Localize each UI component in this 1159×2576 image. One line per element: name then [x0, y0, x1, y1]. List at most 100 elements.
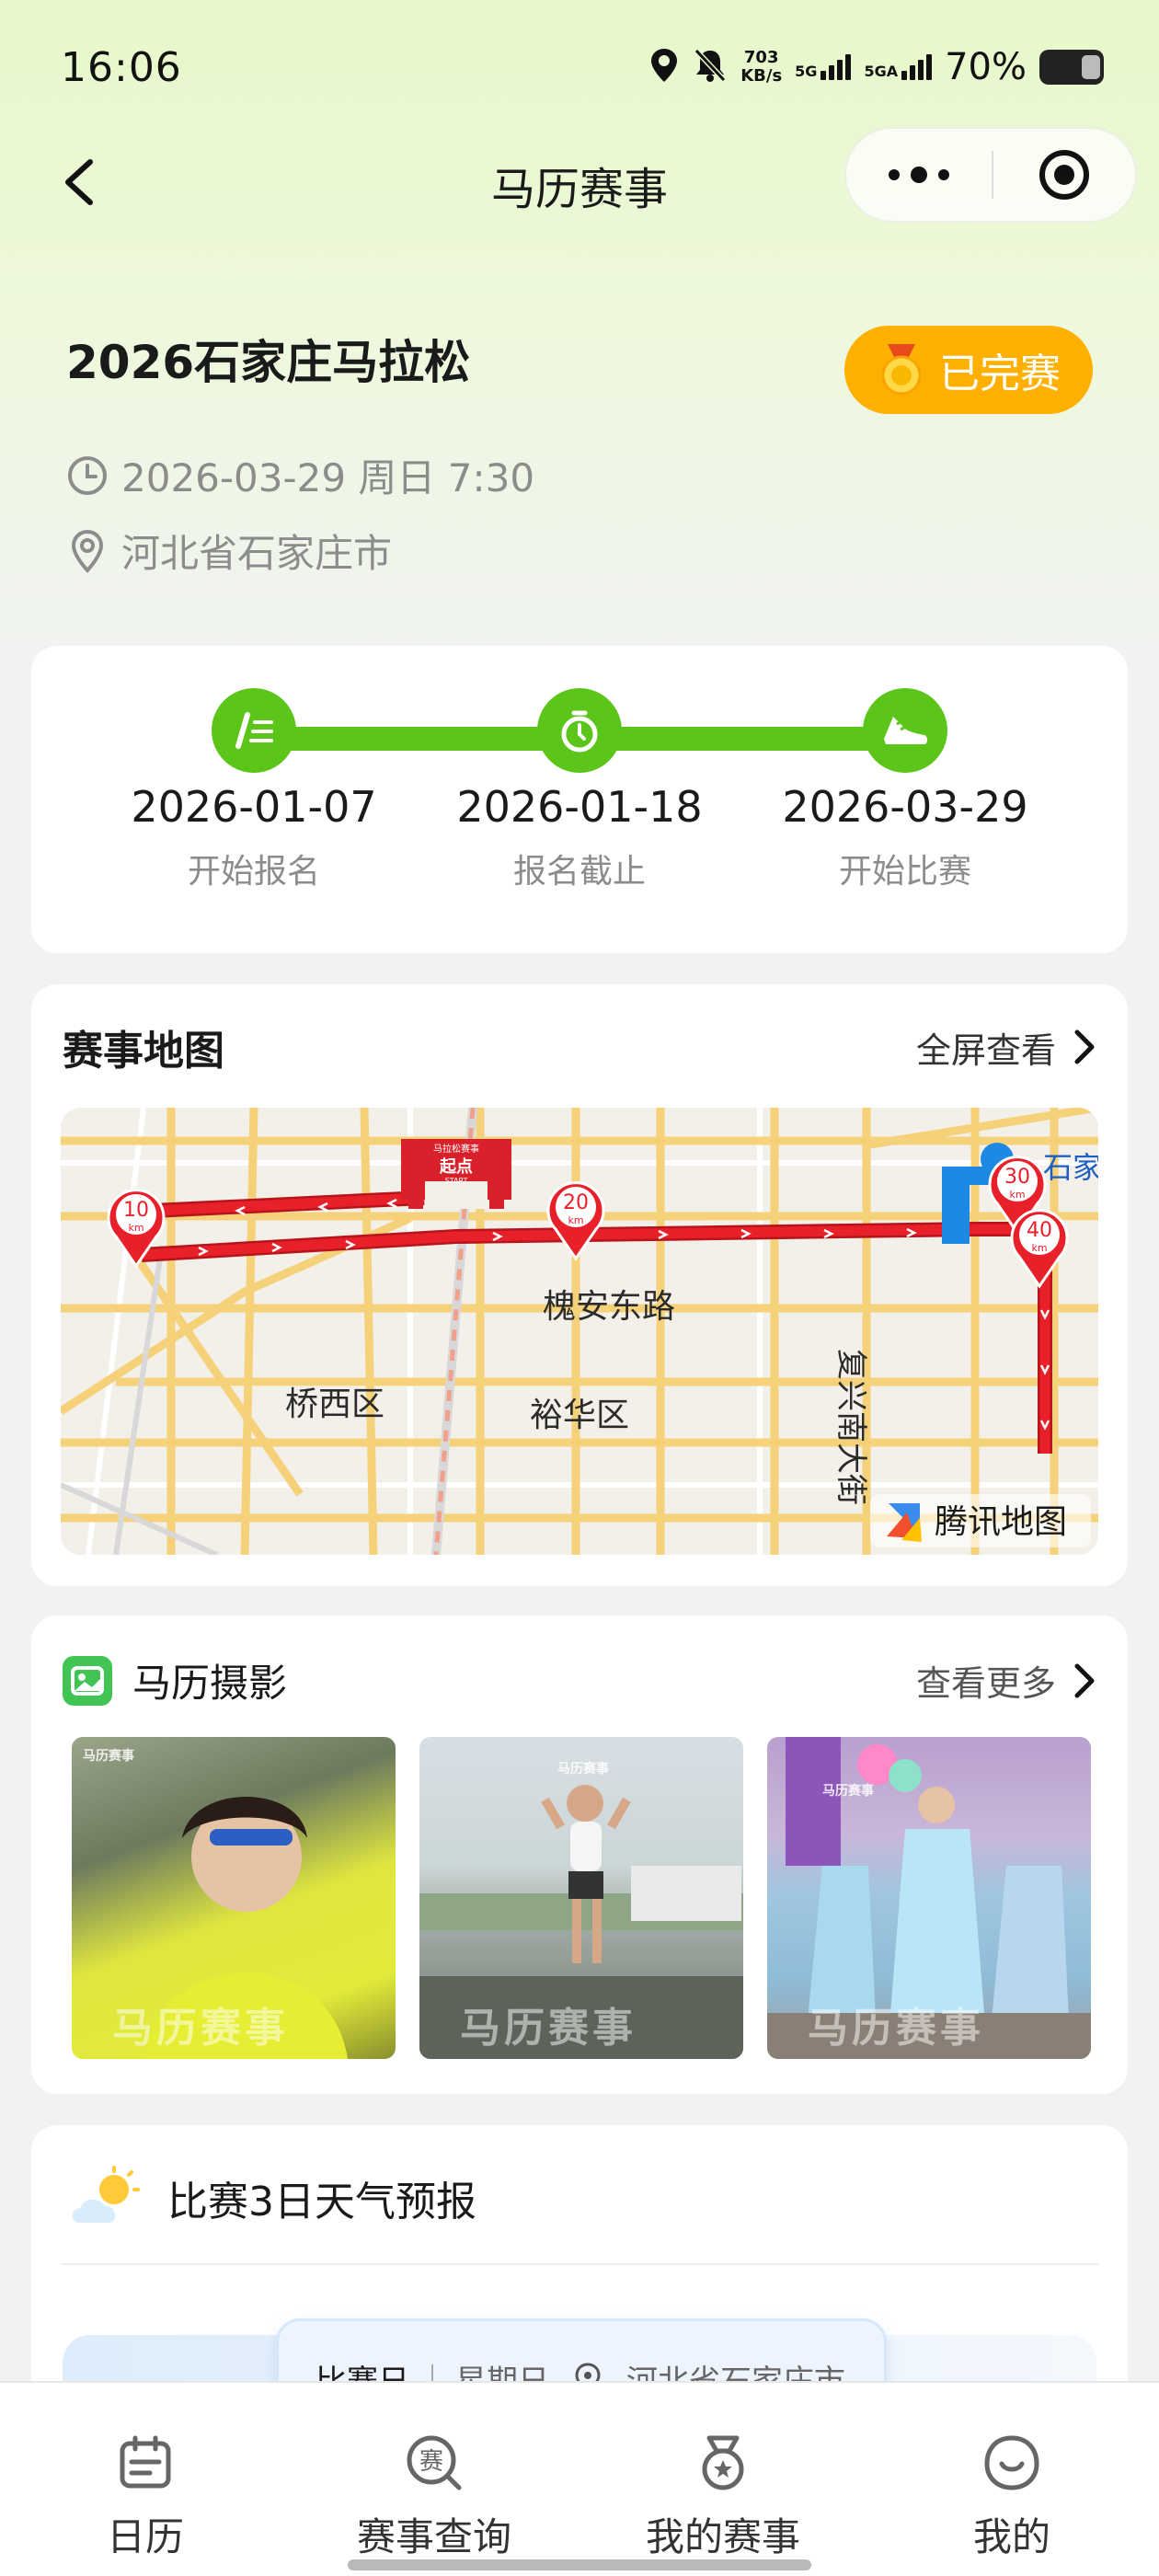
sim2-label: 5GA — [864, 63, 899, 80]
more-button[interactable] — [846, 129, 992, 221]
start-arch-top-text: 马拉松赛事 — [433, 1143, 479, 1155]
photo-card-header: 马历摄影 查看更多 — [63, 1652, 1096, 1708]
start-arch: 马拉松赛事 起点 START — [401, 1139, 511, 1209]
timeline-date: 2026-01-07 — [131, 782, 377, 832]
close-mini-program-button[interactable] — [993, 129, 1135, 221]
location-pin-icon — [71, 529, 104, 573]
chevron-right-icon — [1074, 1663, 1095, 1697]
medal-icon — [702, 2435, 744, 2490]
mini-program-capsule — [844, 127, 1137, 223]
map-road-label: 槐安东路 — [543, 1288, 675, 1326]
stopwatch-icon — [561, 710, 598, 753]
svg-text:km: km — [1009, 1189, 1025, 1201]
map-street-label: 复兴南大街 — [832, 1349, 869, 1505]
start-arch-sub-text: START — [445, 1177, 468, 1185]
svg-text:40: 40 — [1027, 1219, 1052, 1242]
tab-race-search[interactable]: 赛 赛事查询 — [315, 2432, 554, 2562]
tab-label: 日历 — [106, 2514, 184, 2559]
photo-watermark: 马历赛事 — [83, 1749, 134, 1764]
signal-icon — [901, 54, 933, 80]
svg-text:赛: 赛 — [419, 2448, 443, 2476]
photo-card-title: 马历摄影 — [132, 1661, 288, 1706]
signal-2: 5GA — [864, 54, 933, 80]
status-time: 16:06 — [61, 44, 182, 91]
event-datetime: 2026-03-29 周日 7:30 — [121, 455, 535, 500]
svg-text:20: 20 — [563, 1191, 589, 1214]
divider — [61, 2263, 1098, 2265]
event-location: 河北省石家庄市 — [121, 531, 393, 576]
battery-percent: 70% — [945, 46, 1027, 88]
tab-label: 我的 — [972, 2514, 1050, 2559]
photo-thumbnails: 马历赛事 马历赛事 马历赛事 马历赛事 马历赛事 马历赛事 — [72, 1737, 1091, 2059]
timeline-label: 开始比赛 — [838, 853, 971, 891]
race-photography-card: 马历摄影 查看更多 马历赛事 马历赛事 马历赛事 马历赛事 马历赛事 马历赛事 — [31, 1616, 1128, 2094]
net-speed-unit: KB/s — [740, 66, 783, 86]
photo-icon — [63, 1655, 112, 1706]
runner-photo[interactable]: 马历赛事 马历赛事 — [419, 1737, 743, 2059]
timeline-node-start-registration — [212, 688, 296, 773]
map-district-label: 裕华区 — [530, 1397, 629, 1434]
chevron-right-icon — [1074, 1029, 1095, 1064]
map-card-header: 赛事地图 全屏查看 — [63, 1018, 1096, 1076]
event-datetime-row: 2026-03-29 周日 7:30 — [66, 447, 534, 503]
race-search-icon: 赛 — [407, 2435, 462, 2490]
status-bar: 16:06 703 KB/s 5G 5GA 70% — [0, 0, 1159, 138]
sim1-label: 5G — [795, 63, 818, 80]
svg-text:复兴南大街: 复兴南大街 — [832, 1349, 869, 1505]
net-speed: 703 KB/s — [740, 49, 782, 86]
runner-photo[interactable]: 马历赛事 马历赛事 — [767, 1737, 1091, 2059]
timeline-label: 开始报名 — [187, 853, 320, 891]
race-route-map[interactable]: 马拉松赛事 起点 START 石家 10 km 20 km 30 km 40 k… — [61, 1108, 1098, 1555]
tab-profile[interactable]: 我的 — [892, 2432, 1131, 2562]
photo-card-title-wrap: 马历摄影 — [63, 1652, 287, 1708]
sun-cloud-icon — [72, 2166, 140, 2223]
event-title: 2026石家庄马拉松 — [66, 336, 471, 389]
map-card-title: 赛事地图 — [63, 1028, 224, 1075]
weather-card-title: 比赛3日天气预报 — [167, 2179, 476, 2225]
timeline-date: 2026-03-29 — [782, 782, 1028, 832]
map-place-label: 石家 — [1043, 1150, 1098, 1185]
timeline-label: 报名截止 — [512, 853, 646, 891]
finished-status-badge: 已完赛 — [844, 326, 1093, 414]
weather-card-header: 比赛3日天气预报 — [68, 2166, 476, 2230]
target-icon — [1039, 150, 1089, 200]
photo-watermark: 马历赛事 — [460, 2005, 637, 2052]
fullscreen-view-link[interactable]: 全屏查看 — [916, 1022, 1096, 1073]
svg-text:30: 30 — [1004, 1166, 1030, 1189]
tab-label: 赛事查询 — [356, 2514, 511, 2559]
event-location-row: 河北省石家庄市 — [66, 523, 392, 579]
tab-label: 我的赛事 — [645, 2514, 800, 2559]
fullscreen-view-label: 全屏查看 — [915, 1029, 1056, 1071]
start-arch-text: 起点 — [439, 1156, 473, 1177]
photo-watermark: 马历赛事 — [112, 2005, 289, 2052]
pen-list-icon — [235, 712, 273, 749]
tab-calendar[interactable]: 日历 — [26, 2432, 265, 2562]
mute-bell-icon — [693, 47, 728, 87]
view-more-photos-link[interactable]: 查看更多 — [916, 1655, 1096, 1706]
location-icon — [648, 47, 680, 87]
svg-text:km: km — [128, 1222, 143, 1234]
status-icons: 703 KB/s 5G 5GA 70% — [648, 46, 1104, 88]
map-district-label: 桥西区 — [285, 1386, 384, 1423]
svg-text:km: km — [1031, 1242, 1047, 1254]
photo-watermark: 马历赛事 — [557, 1762, 609, 1777]
more-dots-icon — [889, 167, 949, 183]
profile-icon — [984, 2435, 1039, 2490]
runner-photo[interactable]: 马历赛事 马历赛事 — [72, 1737, 396, 2059]
calendar-icon — [120, 2435, 171, 2489]
race-map-card: 赛事地图 全屏查看 马拉松赛事 起点 START 石家 10 km 20 km … — [31, 984, 1128, 1586]
medal-icon — [881, 344, 922, 396]
battery-icon — [1039, 50, 1104, 85]
svg-text:10: 10 — [123, 1199, 149, 1222]
timeline-node-race-start — [863, 688, 947, 773]
signal-1: 5G — [795, 54, 852, 80]
photo-watermark: 马历赛事 — [808, 2005, 984, 2052]
registration-timeline-card: 2026-01-07 2026-01-18 2026-03-29 开始报名 报名… — [31, 646, 1128, 953]
map-provider-logo: 腾讯地图 — [870, 1494, 1091, 1547]
map-provider-label: 腾讯地图 — [935, 1503, 1067, 1541]
tab-my-races[interactable]: 我的赛事 — [603, 2432, 843, 2562]
running-shoe-icon — [884, 717, 927, 744]
net-speed-value: 703 — [743, 48, 779, 67]
photo-watermark: 马历赛事 — [822, 1784, 874, 1799]
view-more-label: 查看更多 — [915, 1663, 1056, 1704]
